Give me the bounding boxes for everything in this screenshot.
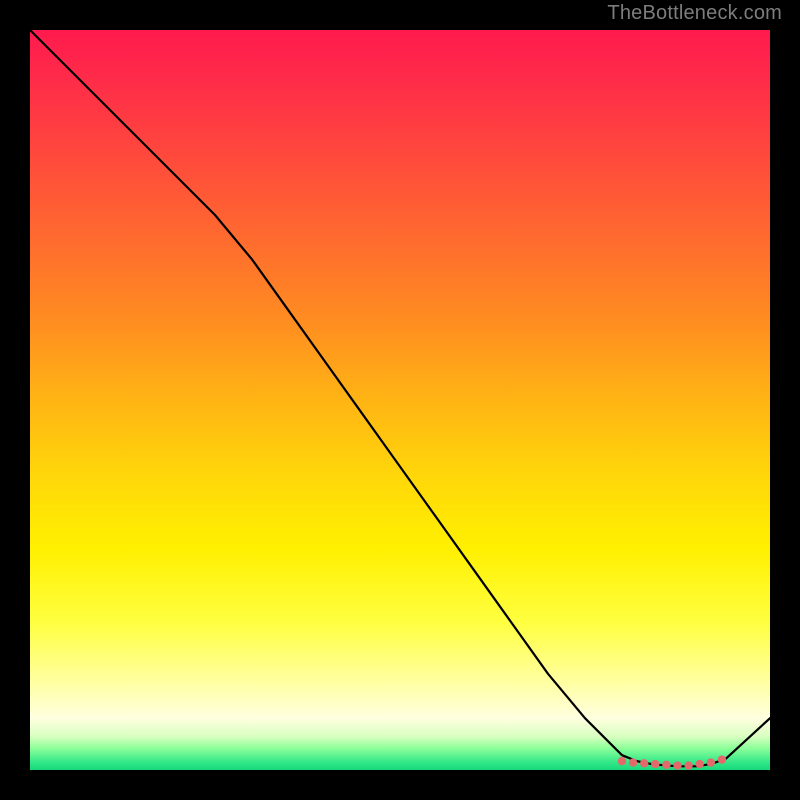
optimal-marker [651, 760, 659, 768]
optimal-marker [618, 757, 626, 765]
chart-frame: TheBottleneck.com [0, 0, 800, 800]
optimal-marker [707, 758, 715, 766]
optimal-marker [696, 760, 704, 768]
plot-area [30, 30, 770, 770]
optimal-marker [662, 761, 670, 769]
attribution-label: TheBottleneck.com [607, 2, 782, 25]
optimal-marker [673, 761, 681, 769]
optimal-range-markers [618, 755, 726, 769]
optimal-marker [640, 759, 648, 767]
optimal-marker [684, 761, 692, 769]
optimal-marker [629, 758, 637, 766]
optimal-marker [718, 755, 726, 763]
bottleneck-curve [30, 30, 770, 766]
chart-svg [30, 30, 770, 770]
